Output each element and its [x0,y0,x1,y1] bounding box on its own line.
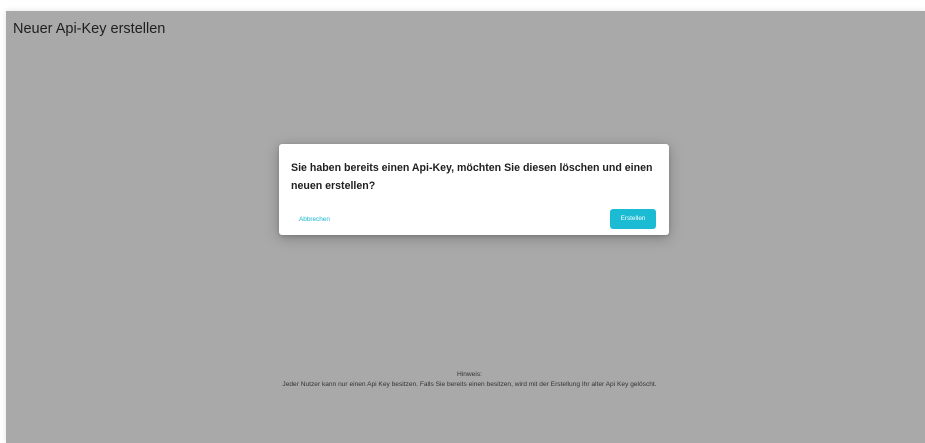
hint-text: Jeder Nutzer kann nur einen Api Key besi… [282,381,657,388]
confirm-dialog: Sie haben bereits einen Api-Key, möchten… [279,144,669,235]
cancel-button[interactable]: Abbrechen [299,216,330,223]
app-window: Neuer Api-Key erstellen Hinweis: Jeder N… [6,11,925,443]
hint-heading: Hinweis: [457,371,482,378]
dialog-message: Sie haben bereits einen Api-Key, möchten… [291,162,653,192]
hint-section: Hinweis: Jeder Nutzer kann nur einen Api… [6,370,925,390]
page-title: Neuer Api-Key erstellen [13,21,166,37]
create-button[interactable]: Erstellen [610,209,656,229]
